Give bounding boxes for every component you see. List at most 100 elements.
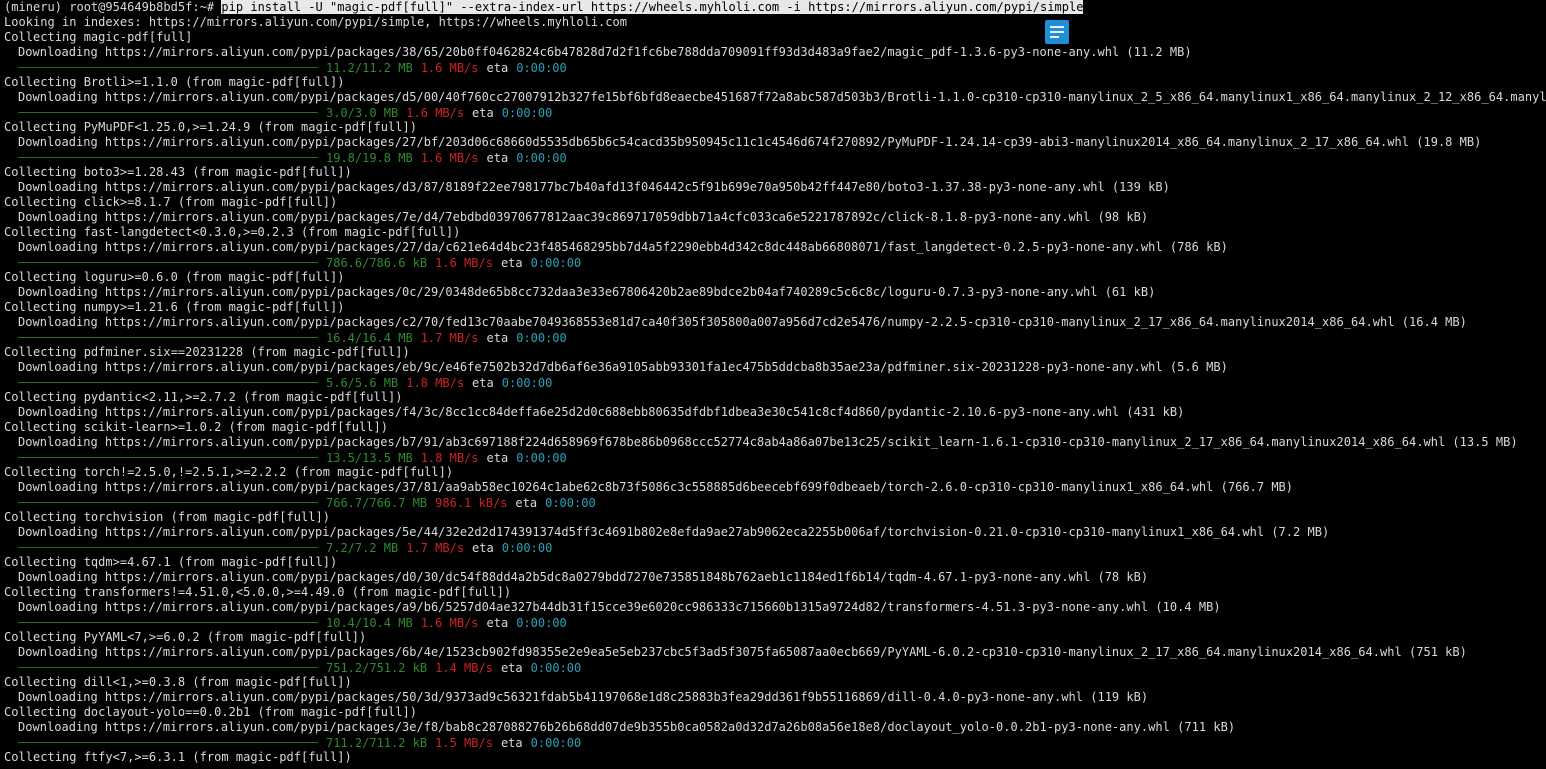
progress-line: 13.5/13.5 MB 1.8 MB/s eta 0:00:00 bbox=[0, 450, 1546, 465]
progress-line: 19.8/19.8 MB 1.6 MB/s eta 0:00:00 bbox=[0, 150, 1546, 165]
progress-bar bbox=[18, 337, 318, 338]
eta-label: eta bbox=[486, 60, 509, 75]
progress-rate: 1.4 MB/s bbox=[435, 660, 493, 675]
progress-rate: 1.6 MB/s bbox=[435, 255, 493, 270]
command-line[interactable]: (mineru) root@954649b8bd5f:~# pip instal… bbox=[0, 0, 1546, 15]
progress-rate: 1.8 MB/s bbox=[406, 375, 465, 390]
progress-line: 16.4/16.4 MB 1.7 MB/s eta 0:00:00 bbox=[0, 330, 1546, 345]
download-line: Downloading https://mirrors.aliyun.com/p… bbox=[18, 525, 1330, 539]
download-line: Downloading https://mirrors.aliyun.com/p… bbox=[18, 435, 1518, 449]
progress-line: 3.0/3.0 MB 1.6 MB/s eta 0:00:00 bbox=[0, 105, 1546, 120]
download-line: Downloading https://mirrors.aliyun.com/p… bbox=[18, 210, 1149, 224]
progress-line: 10.4/10.4 MB 1.6 MB/s eta 0:00:00 bbox=[0, 615, 1546, 630]
output-line: Collecting click>=8.1.7 (from magic-pdf[… bbox=[4, 195, 338, 209]
output-line: Collecting tqdm>=4.67.1 (from magic-pdf[… bbox=[4, 555, 338, 569]
output-line: Collecting PyMuPDF<1.25.0,>=1.24.9 (from… bbox=[4, 120, 417, 134]
progress-bar bbox=[18, 457, 318, 458]
progress-rate: 1.7 MB/s bbox=[420, 330, 479, 345]
download-line: Downloading https://mirrors.aliyun.com/p… bbox=[18, 405, 1185, 419]
output-line: Looking in indexes: https://mirrors.aliy… bbox=[4, 15, 628, 29]
progress-rate: 1.8 MB/s bbox=[420, 450, 479, 465]
terminal-window[interactable]: (mineru) root@954649b8bd5f:~# pip instal… bbox=[0, 0, 1546, 769]
output-line: Collecting transformers!=4.51.0,<5.0.0,>… bbox=[4, 585, 512, 599]
progress-bar bbox=[18, 382, 318, 383]
eta-value: 0:00:00 bbox=[545, 495, 596, 510]
progress-line: 711.2/711.2 kB 1.5 MB/s eta 0:00:00 bbox=[0, 735, 1546, 750]
eta-label: eta bbox=[500, 255, 523, 270]
selected-command[interactable]: pip install -U "magic-pdf[full]" --extra… bbox=[221, 0, 1084, 14]
progress-rate: 1.6 MB/s bbox=[406, 105, 465, 120]
download-line: Downloading https://mirrors.aliyun.com/p… bbox=[18, 690, 1149, 704]
progress-size: 16.4/16.4 MB bbox=[326, 330, 413, 345]
progress-rate: 1.6 MB/s bbox=[420, 60, 479, 75]
output-line: Collecting dill<1,>=0.3.8 (from magic-pd… bbox=[4, 675, 352, 689]
eta-value: 0:00:00 bbox=[516, 330, 567, 345]
progress-line: 786.6/786.6 kB 1.6 MB/s eta 0:00:00 bbox=[0, 255, 1546, 270]
terminal-output: Looking in indexes: https://mirrors.aliy… bbox=[0, 15, 1546, 765]
output-line: Collecting fast-langdetect<0.3.0,>=0.2.3… bbox=[4, 225, 461, 239]
progress-size: 10.4/10.4 MB bbox=[326, 615, 413, 630]
output-line: Collecting pdfminer.six==20231228 (from … bbox=[4, 345, 410, 359]
progress-size: 7.2/7.2 MB bbox=[326, 540, 399, 555]
download-line: Downloading https://mirrors.aliyun.com/p… bbox=[18, 570, 1149, 584]
eta-value: 0:00:00 bbox=[530, 255, 582, 270]
progress-bar bbox=[18, 667, 318, 668]
download-line: Downloading https://mirrors.aliyun.com/p… bbox=[18, 45, 1192, 59]
output-line: Collecting PyYAML<7,>=6.0.2 (from magic-… bbox=[4, 630, 367, 644]
output-line: Collecting torch!=2.5.0,!=2.5.1,>=2.2.2 … bbox=[4, 465, 454, 479]
progress-size: 5.6/5.6 MB bbox=[326, 375, 399, 390]
progress-size: 711.2/711.2 kB bbox=[326, 735, 428, 750]
progress-line: 5.6/5.6 MB 1.8 MB/s eta 0:00:00 bbox=[0, 375, 1546, 390]
shell-prompt: (mineru) root@954649b8bd5f:~# bbox=[4, 0, 222, 14]
output-line: Collecting magic-pdf[full] bbox=[4, 30, 193, 44]
eta-label: eta bbox=[486, 450, 509, 465]
eta-value: 0:00:00 bbox=[530, 660, 582, 675]
progress-rate: 986.1 kB/s bbox=[435, 495, 508, 510]
eta-label: eta bbox=[515, 495, 538, 510]
progress-size: 11.2/11.2 MB bbox=[326, 60, 413, 75]
eta-label: eta bbox=[472, 540, 494, 555]
notes-icon[interactable] bbox=[1045, 20, 1069, 44]
progress-line: 7.2/7.2 MB 1.7 MB/s eta 0:00:00 bbox=[0, 540, 1546, 555]
download-line: Downloading https://mirrors.aliyun.com/p… bbox=[18, 180, 1170, 194]
eta-value: 0:00:00 bbox=[516, 150, 567, 165]
output-line: Collecting boto3>=1.28.43 (from magic-pd… bbox=[4, 165, 352, 179]
eta-label: eta bbox=[472, 375, 494, 390]
output-line: Collecting scikit-learn>=1.0.2 (from mag… bbox=[4, 420, 388, 434]
output-line: Collecting torchvision (from magic-pdf[f… bbox=[4, 510, 331, 524]
download-line: Downloading https://mirrors.aliyun.com/p… bbox=[18, 480, 1294, 494]
output-line: Collecting doclayout-yolo==0.0.2b1 (from… bbox=[4, 705, 417, 719]
eta-label: eta bbox=[500, 660, 523, 675]
progress-rate: 1.7 MB/s bbox=[406, 540, 465, 555]
progress-bar bbox=[18, 502, 318, 503]
output-line: Collecting loguru>=0.6.0 (from magic-pdf… bbox=[4, 270, 345, 284]
progress-line: 11.2/11.2 MB 1.6 MB/s eta 0:00:00 bbox=[0, 60, 1546, 75]
output-line: Collecting Brotli>=1.1.0 (from magic-pdf… bbox=[4, 75, 345, 89]
progress-size: 786.6/786.6 kB bbox=[326, 255, 428, 270]
download-line: Downloading https://mirrors.aliyun.com/p… bbox=[18, 360, 1228, 374]
progress-size: 751.2/751.2 kB bbox=[326, 660, 428, 675]
output-line: Collecting ftfy<7,>=6.3.1 (from magic-pd… bbox=[4, 750, 352, 764]
output-line: Collecting numpy>=1.21.6 (from magic-pdf… bbox=[4, 300, 345, 314]
download-line: Downloading https://mirrors.aliyun.com/p… bbox=[18, 720, 1236, 734]
download-line: Downloading https://mirrors.aliyun.com/p… bbox=[18, 240, 1228, 254]
download-line: Downloading https://mirrors.aliyun.com/p… bbox=[18, 90, 1546, 104]
download-line: Downloading https://mirrors.aliyun.com/p… bbox=[18, 135, 1482, 149]
progress-bar bbox=[18, 262, 318, 263]
progress-size: 19.8/19.8 MB bbox=[326, 150, 413, 165]
eta-label: eta bbox=[472, 105, 494, 120]
progress-bar bbox=[18, 547, 318, 548]
progress-bar bbox=[18, 112, 318, 113]
download-line: Downloading https://mirrors.aliyun.com/p… bbox=[18, 315, 1467, 329]
progress-size: 13.5/13.5 MB bbox=[326, 450, 413, 465]
eta-value: 0:00:00 bbox=[501, 540, 553, 555]
progress-bar bbox=[18, 622, 318, 623]
download-line: Downloading https://mirrors.aliyun.com/p… bbox=[18, 645, 1467, 659]
progress-line: 751.2/751.2 kB 1.4 MB/s eta 0:00:00 bbox=[0, 660, 1546, 675]
eta-value: 0:00:00 bbox=[530, 735, 582, 750]
output-line: Collecting pydantic<2.11,>=2.7.2 (from m… bbox=[4, 390, 403, 404]
progress-rate: 1.5 MB/s bbox=[435, 735, 493, 750]
progress-rate: 1.6 MB/s bbox=[420, 615, 479, 630]
eta-label: eta bbox=[486, 615, 509, 630]
progress-rate: 1.6 MB/s bbox=[420, 150, 479, 165]
